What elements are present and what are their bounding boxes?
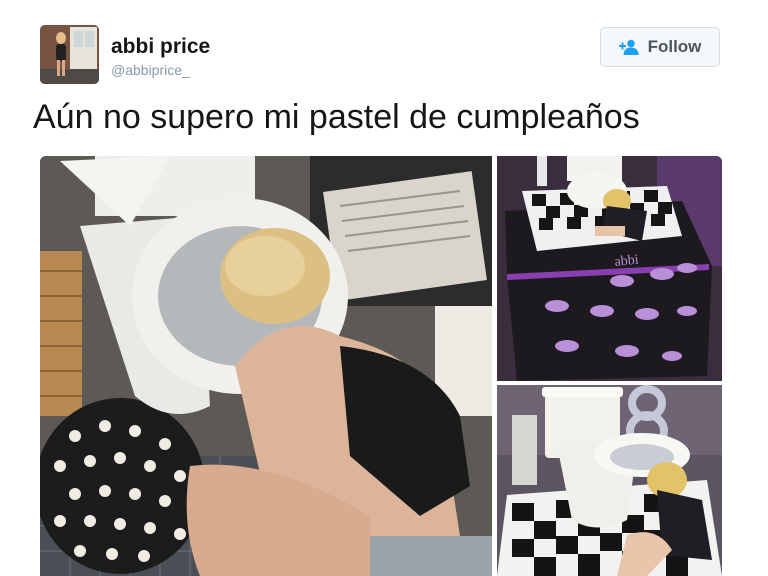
- avatar-photo: [40, 25, 99, 84]
- tweet-photo-top-right[interactable]: abbi: [497, 156, 722, 381]
- avatar[interactable]: [40, 25, 99, 84]
- add-user-icon: [618, 39, 639, 55]
- toilet-cake-top-view-photo: abbi: [497, 156, 722, 381]
- user-name[interactable]: abbi price: [111, 35, 210, 59]
- follow-button-label: Follow: [647, 37, 702, 56]
- tweet-photo-bottom-right[interactable]: [497, 385, 722, 576]
- woman-leaning-into-toilet-photo: [40, 156, 492, 576]
- tweet-text: Aún no supero mi pastel de cumpleaños: [33, 98, 640, 136]
- follow-button[interactable]: Follow: [600, 27, 720, 67]
- toilet-cake-side-view-photo: [497, 385, 722, 576]
- tweet-photo-main[interactable]: [40, 156, 492, 576]
- user-handle[interactable]: @abbiprice_: [111, 62, 190, 78]
- svg-text:abbi: abbi: [614, 253, 640, 270]
